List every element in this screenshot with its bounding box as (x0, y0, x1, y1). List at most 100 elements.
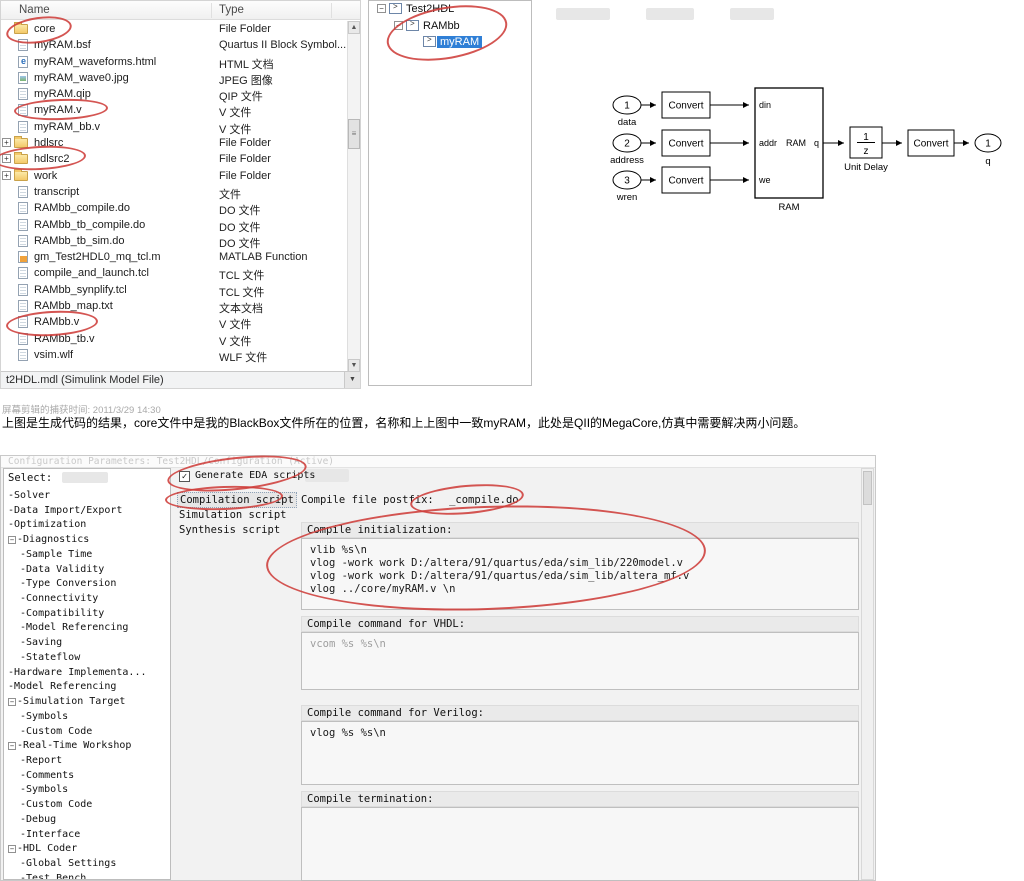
settings-tree-item[interactable]: -Connectivity (4, 592, 170, 607)
settings-tree-item[interactable]: -Report (4, 754, 170, 769)
model-tree-label[interactable]: Test2HDL (406, 3, 454, 15)
settings-tree-label[interactable]: Saving (26, 637, 62, 648)
file-name[interactable]: gm_Test2HDL0_mq_tcl.m (34, 251, 161, 263)
settings-tree-item[interactable]: -Custom Code (4, 725, 170, 740)
model-tree-item[interactable]: − Test2HDL (369, 1, 531, 18)
combo-dropdown-icon[interactable]: ▼ (344, 372, 360, 388)
settings-tree-item[interactable]: -Comments (4, 769, 170, 784)
expand-icon[interactable]: + (2, 170, 11, 180)
file-name[interactable]: work (34, 170, 57, 182)
file-name[interactable]: vsim.wlf (34, 349, 73, 361)
file-name[interactable]: myRAM.v (34, 104, 82, 116)
settings-tree-item[interactable]: -Custom Code (4, 798, 170, 813)
settings-tree-label[interactable]: Sample Time (26, 549, 92, 560)
settings-tree-label[interactable]: Hardware Implementa... (14, 667, 146, 678)
settings-tree-label[interactable]: Optimization (14, 519, 86, 530)
file-name[interactable]: hdlsrc (34, 137, 63, 149)
file-row[interactable]: myRAM_wave0.jpg JPEG 图像 (1, 70, 348, 87)
model-tree-label[interactable]: RAMbb (423, 20, 460, 32)
settings-tree-label[interactable]: Symbols (26, 784, 68, 795)
column-separator[interactable] (331, 3, 332, 18)
settings-tree-item[interactable]: -Symbols (4, 783, 170, 798)
collapse-icon[interactable]: − (8, 698, 16, 707)
file-row[interactable]: core File Folder (1, 21, 348, 37)
model-tree-label[interactable]: myRAM (437, 36, 483, 48)
compile-termination-textarea[interactable] (301, 807, 859, 881)
file-name[interactable]: RAMbb_map.txt (34, 300, 113, 312)
script-type-item[interactable]: Simulation script (177, 508, 297, 524)
settings-tree-item[interactable]: -Type Conversion (4, 577, 170, 592)
settings-tree-item[interactable]: -Test Bench (4, 872, 170, 879)
compile-postfix-value[interactable]: _compile.do (449, 494, 519, 506)
settings-tree-item[interactable]: − -Diagnostics (4, 533, 170, 548)
collapse-icon[interactable]: − (8, 845, 16, 854)
settings-tree-item[interactable]: -Saving (4, 636, 170, 651)
file-row[interactable]: RAMbb_tb_sim.do DO 文件 (1, 233, 348, 250)
settings-tree-item[interactable]: − -HDL Coder (4, 842, 170, 857)
settings-tree-item[interactable]: -Model Referencing (4, 621, 170, 636)
settings-tree-label[interactable]: Solver (14, 490, 50, 501)
settings-tree-label[interactable]: Model Referencing (14, 681, 116, 692)
settings-tree-label[interactable]: HDL Coder (23, 843, 77, 854)
file-name-combobox[interactable]: t2HDL.mdl (Simulink Model File) ▼ (1, 371, 360, 388)
script-type-item[interactable]: Compilation script (177, 492, 297, 508)
settings-tree-label[interactable]: Global Settings (26, 858, 116, 869)
generate-eda-scripts-label[interactable]: Generate EDA scripts (195, 470, 315, 481)
settings-tree-label[interactable]: Custom Code (26, 799, 92, 810)
settings-tree-label[interactable]: Simulation Target (23, 696, 125, 707)
file-row[interactable]: myRAM_waveforms.htmlHTML 文档 (1, 54, 348, 71)
file-name[interactable]: RAMbb_tb_sim.do (34, 235, 125, 247)
file-row[interactable]: vsim.wlf WLF 文件 (1, 347, 348, 364)
model-tree-item[interactable]: myRAM (369, 34, 531, 51)
settings-tree-item[interactable]: − -Real-Time Workshop (4, 739, 170, 754)
file-name[interactable]: RAMbb.v (34, 316, 79, 328)
generate-eda-scripts-checkbox[interactable]: ✓ (179, 471, 190, 482)
settings-tree-label[interactable]: Data Validity (26, 564, 104, 575)
settings-tree-item[interactable]: -Model Referencing (4, 680, 170, 695)
settings-tree-label[interactable]: Connectivity (26, 593, 98, 604)
file-name[interactable]: transcript (34, 186, 79, 198)
file-row[interactable]: RAMbb_synplify.tcl TCL 文件 (1, 282, 348, 299)
settings-tree-label[interactable]: Model Referencing (26, 622, 128, 633)
settings-tree-label[interactable]: Comments (26, 770, 74, 781)
scroll-up-icon[interactable]: ▲ (348, 21, 360, 34)
expand-icon[interactable]: + (2, 138, 11, 148)
model-tree-item[interactable]: − RAMbb (369, 18, 531, 35)
file-row[interactable]: transcript 文件 (1, 184, 348, 201)
column-name[interactable]: Name (19, 4, 50, 16)
settings-tree-item[interactable]: -Solver (4, 489, 170, 504)
file-row[interactable]: myRAM_bb.v V 文件 (1, 119, 348, 136)
collapse-icon[interactable]: − (377, 4, 386, 13)
file-row[interactable]: myRAM.qip QIP 文件 (1, 86, 348, 103)
settings-tree-label[interactable]: Debug (26, 814, 56, 825)
dialog-scrollbar[interactable] (861, 468, 874, 880)
file-row[interactable]: compile_and_launch.tcl TCL 文件 (1, 265, 348, 282)
settings-tree-item[interactable]: -Optimization (4, 518, 170, 533)
settings-tree-item[interactable]: -Data Validity (4, 563, 170, 578)
file-row[interactable]: RAMbb.v V 文件 (1, 314, 348, 331)
settings-tree-item[interactable]: − -Simulation Target (4, 695, 170, 710)
settings-tree-label[interactable]: Report (26, 755, 62, 766)
file-name[interactable]: hdlsrc2 (34, 153, 69, 165)
file-row[interactable]: + hdlsrc File Folder (1, 135, 348, 151)
file-name[interactable]: RAMbb_compile.do (34, 202, 130, 214)
file-row[interactable]: RAMbb_map.txt 文本文档 (1, 298, 348, 315)
file-name[interactable]: RAMbb_synplify.tcl (34, 284, 127, 296)
script-type-item[interactable]: Synthesis script (177, 523, 297, 539)
file-row[interactable]: RAMbb_compile.do DO 文件 (1, 200, 348, 217)
settings-tree-label[interactable]: Custom Code (26, 726, 92, 737)
settings-tree-label[interactable]: Type Conversion (26, 578, 116, 589)
settings-tree-label[interactable]: Interface (26, 829, 80, 840)
file-row[interactable]: RAMbb_tb_compile.do DO 文件 (1, 217, 348, 234)
settings-tree-label[interactable]: Stateflow (26, 652, 80, 663)
settings-tree-item[interactable]: -Data Import/Export (4, 504, 170, 519)
file-name[interactable]: compile_and_launch.tcl (34, 267, 149, 279)
collapse-icon[interactable]: − (8, 536, 16, 545)
file-row[interactable]: gm_Test2HDL0_mq_tcl.m MATLAB Function (1, 249, 348, 265)
file-name[interactable]: myRAM_wave0.jpg (34, 72, 129, 84)
settings-tree-item[interactable]: -Sample Time (4, 548, 170, 563)
settings-tree-label[interactable]: Symbols (26, 711, 68, 722)
file-row[interactable]: RAMbb_tb.v V 文件 (1, 331, 348, 348)
settings-tree-item[interactable]: -Global Settings (4, 857, 170, 872)
file-name[interactable]: core (34, 23, 55, 35)
